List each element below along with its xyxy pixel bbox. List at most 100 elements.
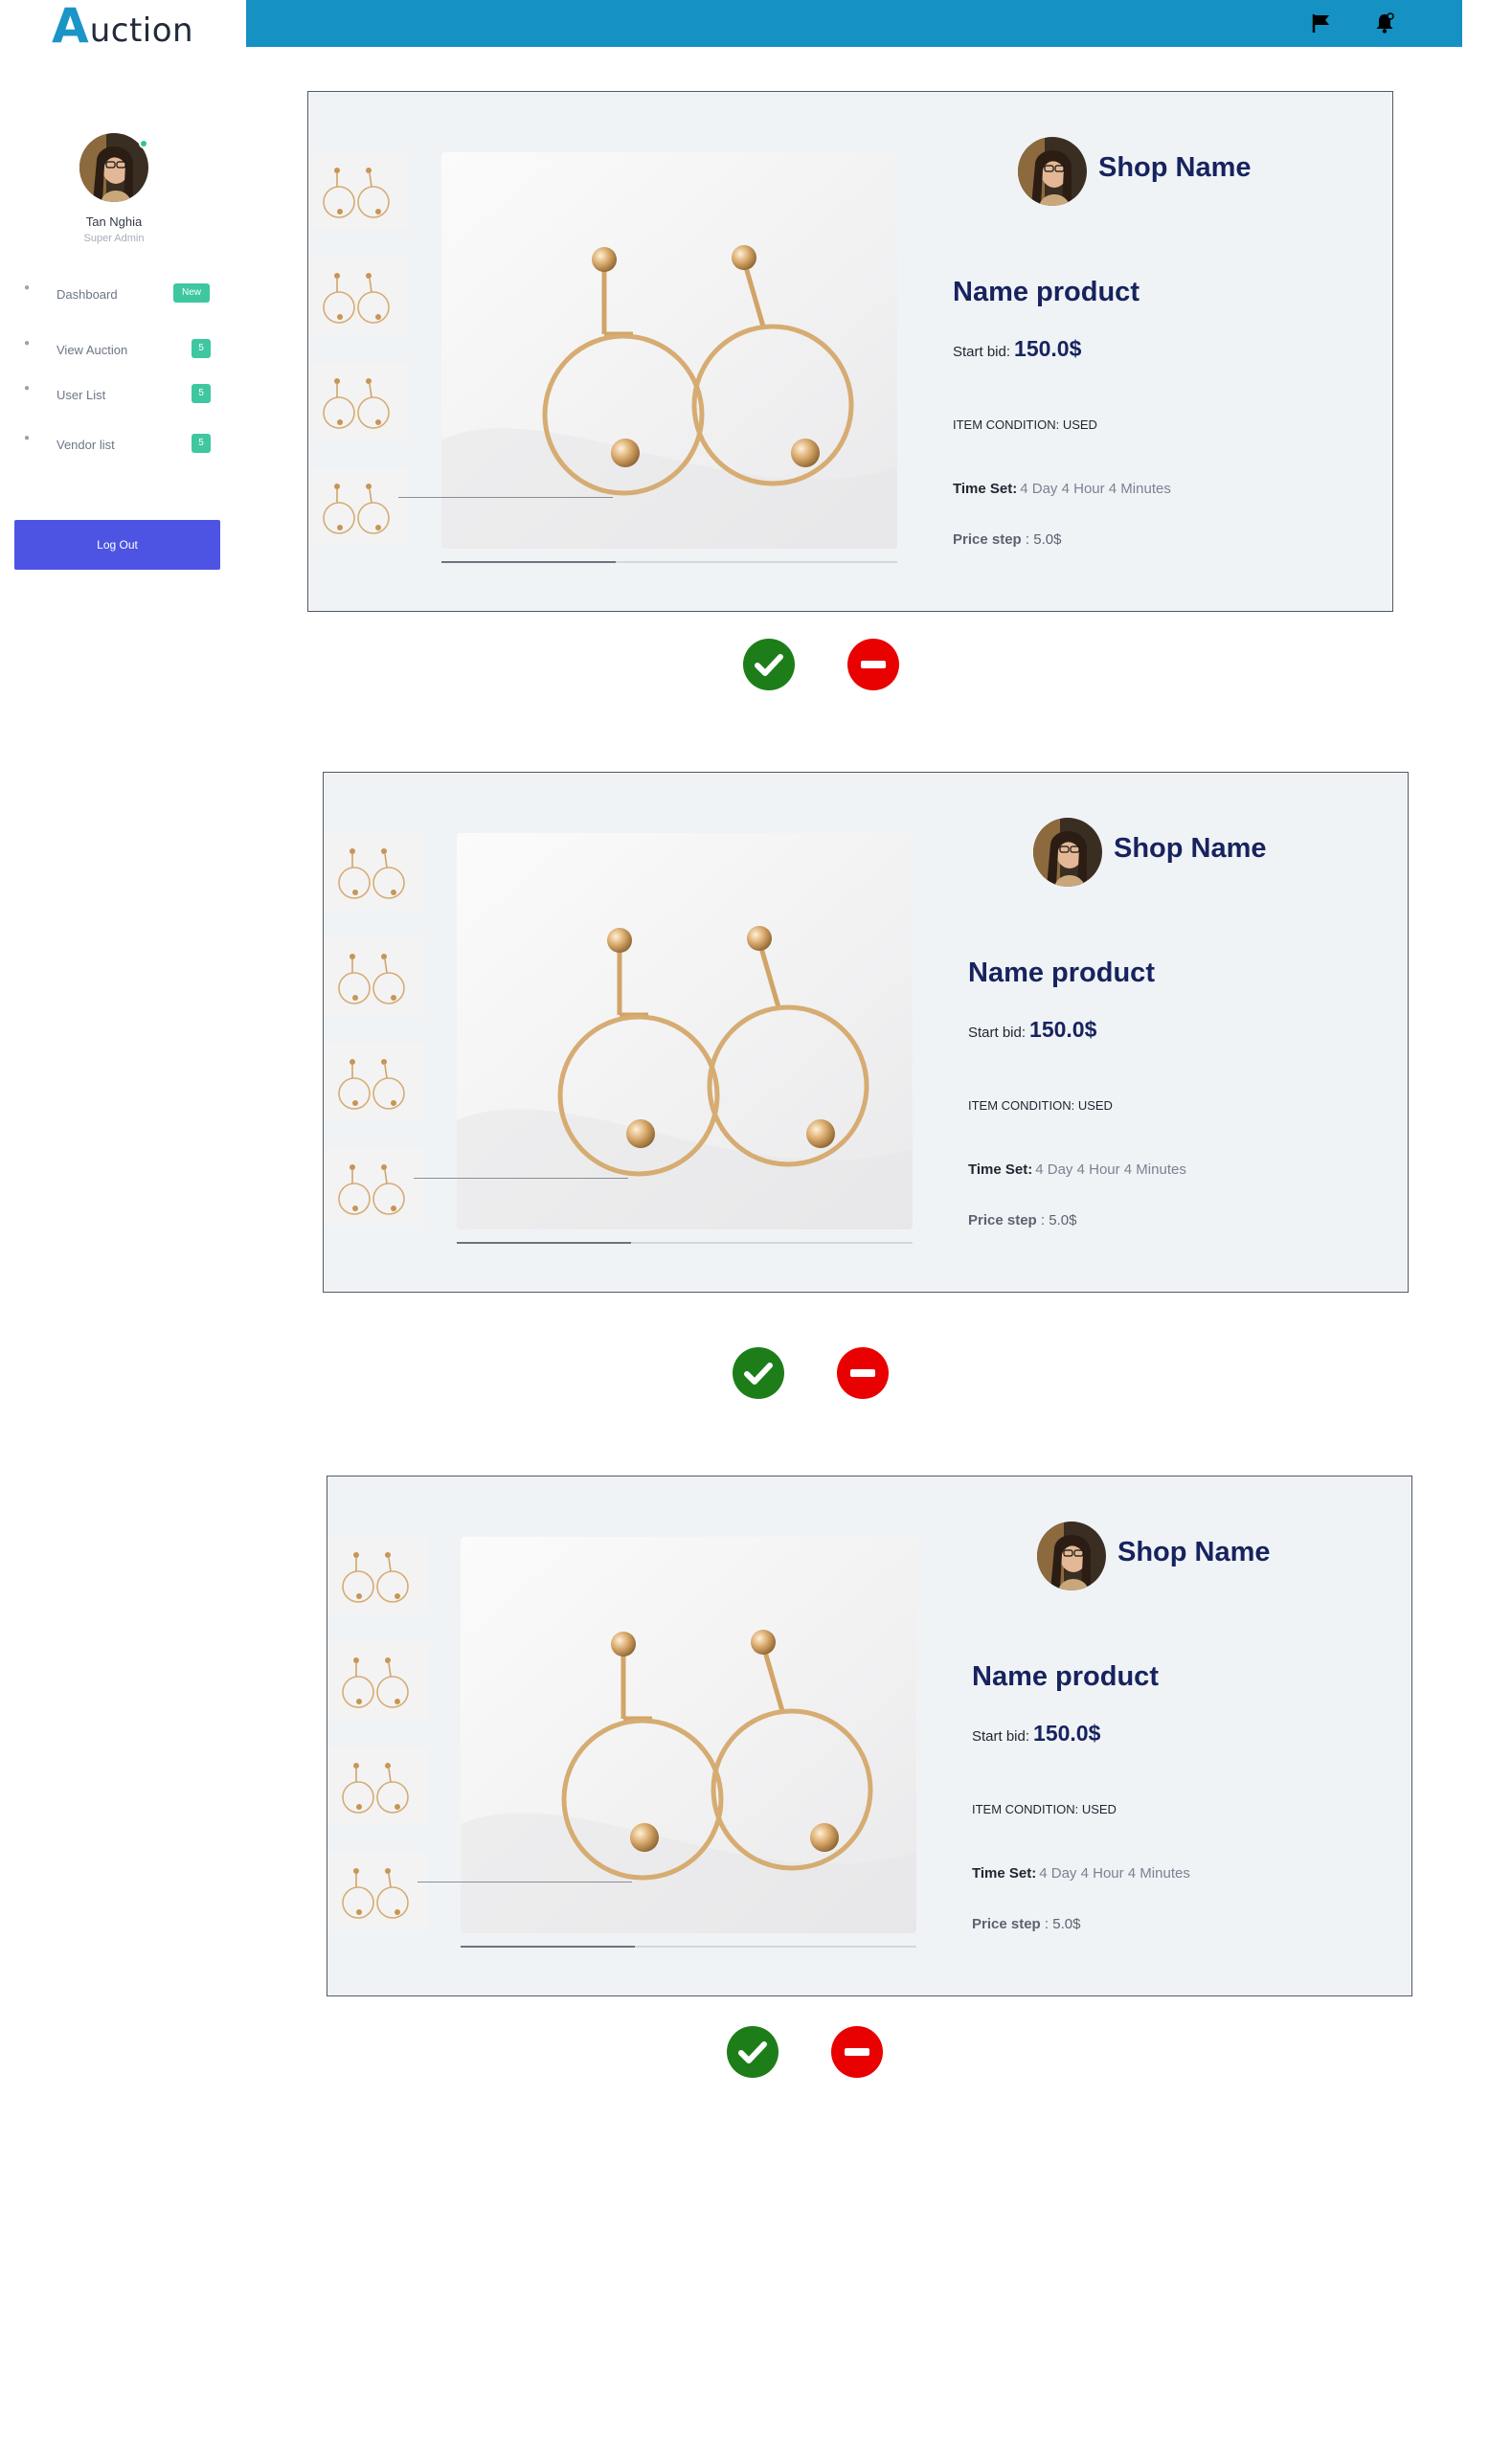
product-name: Name product	[968, 958, 1155, 988]
scrollbar-thumb[interactable]	[461, 1946, 635, 1948]
product-card: Shop Name Name product Start bid: 150.0$ …	[323, 772, 1409, 1293]
shop-name[interactable]: Shop Name	[1117, 1537, 1271, 1568]
approve-button[interactable]	[727, 2026, 779, 2078]
logo-letter: A	[52, 0, 89, 54]
approve-button[interactable]	[743, 639, 795, 690]
product-main-image	[457, 833, 913, 1229]
price-step-value: : 5.0$	[1044, 1916, 1081, 1932]
product-thumbnail[interactable]	[327, 1853, 428, 1929]
price-step-value: : 5.0$	[1025, 531, 1062, 548]
time-set: Time Set: 4 Day 4 Hour 4 Minutes	[953, 481, 1171, 498]
start-bid-label: Start bid:	[972, 1728, 1030, 1745]
time-set: Time Set: 4 Day 4 Hour 4 Minutes	[972, 1865, 1190, 1882]
image-scrollbar[interactable]	[441, 561, 897, 563]
divider-line	[414, 1178, 628, 1179]
check-icon	[755, 654, 783, 676]
logout-button[interactable]: Log Out	[14, 520, 220, 570]
product-thumbnail[interactable]	[327, 1537, 428, 1613]
start-bid-value: 150.0$	[1033, 1721, 1101, 1746]
divider-line	[398, 497, 613, 498]
start-bid: Start bid: 150.0$	[972, 1721, 1100, 1747]
check-icon	[738, 2041, 767, 2063]
reject-button[interactable]	[831, 2026, 883, 2078]
product-thumbnail[interactable]	[308, 363, 409, 440]
start-bid-label: Start bid:	[953, 344, 1011, 360]
product-thumbnail[interactable]	[308, 468, 409, 545]
product-name: Name product	[972, 1661, 1159, 1692]
product-thumbnail[interactable]	[308, 258, 409, 334]
start-bid-label: Start bid:	[968, 1025, 1027, 1041]
sidebar-item-view-auction[interactable]: ● View Auction 5	[19, 338, 220, 361]
app-logo[interactable]: A uction	[52, 2, 193, 50]
sidebar-item-vendor-list[interactable]: ● Vendor list 5	[19, 433, 220, 456]
price-step-value: : 5.0$	[1040, 1212, 1077, 1228]
shop-avatar[interactable]	[1033, 818, 1102, 887]
price-step: Price step : 5.0$	[972, 1916, 1080, 1932]
bullet-icon: ●	[24, 383, 31, 394]
profile-name: Tan Nghia	[85, 214, 143, 229]
shop-avatar[interactable]	[1018, 137, 1087, 206]
price-step-label: Price step	[953, 531, 1022, 548]
price-step: Price step : 5.0$	[953, 531, 1061, 548]
product-main-image	[441, 152, 897, 549]
sidebar-item-label: Vendor list	[56, 438, 115, 452]
shop-name[interactable]: Shop Name	[1098, 152, 1252, 184]
product-card: Shop Name Name product Start bid: 150.0$ …	[307, 91, 1393, 612]
new-badge: New	[173, 283, 210, 303]
start-bid: Start bid: 150.0$	[953, 336, 1081, 362]
image-scrollbar[interactable]	[461, 1946, 916, 1948]
approve-button[interactable]	[733, 1347, 784, 1399]
top-bar	[246, 0, 1462, 47]
product-thumbnail[interactable]	[308, 152, 409, 229]
time-set: Time Set: 4 Day 4 Hour 4 Minutes	[968, 1161, 1186, 1179]
shop-name[interactable]: Shop Name	[1114, 833, 1267, 865]
count-badge: 5	[192, 384, 211, 403]
minus-icon	[850, 1369, 875, 1377]
product-main-image	[461, 1537, 916, 1933]
image-scrollbar[interactable]	[457, 1242, 913, 1244]
check-icon	[744, 1363, 773, 1385]
sidebar-item-label: View Auction	[56, 343, 128, 357]
time-set-value: 4 Day 4 Hour 4 Minutes	[1039, 1865, 1190, 1882]
time-set-label: Time Set:	[953, 481, 1018, 497]
product-thumbnail[interactable]	[324, 833, 424, 910]
bullet-icon: ●	[24, 282, 31, 293]
scrollbar-thumb[interactable]	[441, 561, 616, 563]
online-status-dot	[139, 139, 148, 148]
time-set-value: 4 Day 4 Hour 4 Minutes	[1020, 481, 1171, 497]
product-card: Shop Name Name product Start bid: 150.0$ …	[327, 1476, 1412, 1996]
flag-icon[interactable]	[1311, 12, 1332, 34]
sidebar-item-label: User List	[56, 388, 106, 402]
shop-avatar[interactable]	[1037, 1522, 1106, 1590]
reject-button[interactable]	[847, 639, 899, 690]
item-condition: ITEM CONDITION: USED	[953, 417, 1097, 432]
count-badge: 5	[192, 434, 211, 453]
minus-icon	[861, 661, 886, 668]
product-thumbnail[interactable]	[327, 1747, 428, 1824]
product-name: Name product	[953, 277, 1140, 307]
time-set-label: Time Set:	[972, 1865, 1037, 1882]
sidebar-item-dashboard[interactable]: ● Dashboard New	[19, 282, 220, 305]
sidebar-item-user-list[interactable]: ● User List 5	[19, 383, 220, 406]
product-thumbnail[interactable]	[324, 1044, 424, 1120]
sidebar-item-label: Dashboard	[56, 287, 118, 302]
price-step-label: Price step	[968, 1212, 1037, 1228]
price-step-label: Price step	[972, 1916, 1041, 1932]
scrollbar-thumb[interactable]	[457, 1242, 631, 1244]
item-condition: ITEM CONDITION: USED	[968, 1098, 1113, 1113]
start-bid: Start bid: 150.0$	[968, 1017, 1096, 1043]
start-bid-value: 150.0$	[1014, 336, 1082, 361]
count-badge: 5	[192, 339, 211, 358]
product-thumbnail[interactable]	[324, 1149, 424, 1226]
profile-role: Super Admin	[83, 233, 145, 244]
product-thumbnail[interactable]	[324, 938, 424, 1015]
product-thumbnail[interactable]	[327, 1642, 428, 1719]
logo-text: uction	[89, 11, 194, 50]
reject-button[interactable]	[837, 1347, 889, 1399]
item-condition: ITEM CONDITION: USED	[972, 1802, 1117, 1816]
start-bid-value: 150.0$	[1029, 1017, 1097, 1042]
bell-icon[interactable]	[1374, 12, 1395, 34]
bullet-icon: ●	[24, 338, 31, 349]
price-step: Price step : 5.0$	[968, 1212, 1076, 1228]
minus-icon	[845, 2048, 869, 2056]
